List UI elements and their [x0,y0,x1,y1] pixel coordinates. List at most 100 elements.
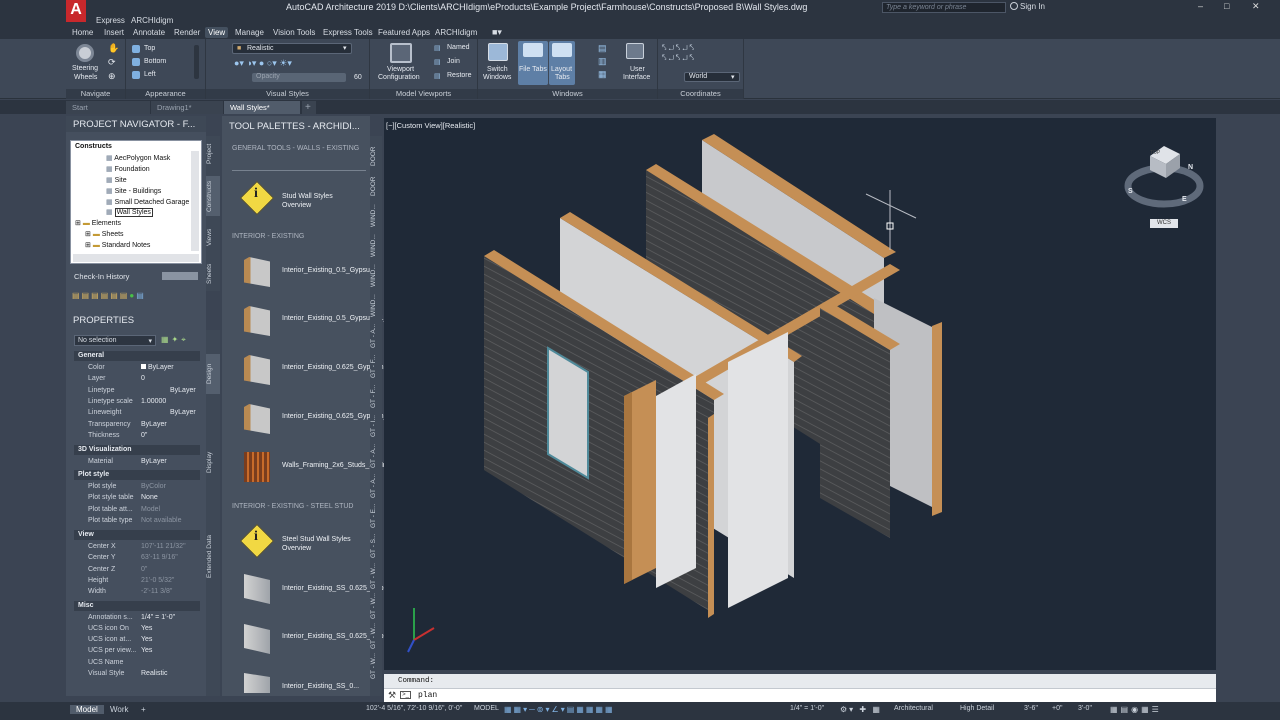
visual-styles-panel-title[interactable]: Visual Styles [206,89,369,99]
palette-tool[interactable]: Interior_Existing_SS_0.625_Gypsum_3.625_… [282,632,435,641]
maximize-button[interactable]: □ [1224,1,1229,11]
tree-item[interactable]: ▦ Site - Buildings [106,187,161,195]
app-menu-button[interactable]: A [66,0,86,22]
units-select[interactable]: Architectural [894,705,933,712]
palette-tool[interactable]: Interior_Existing_0.5_Gypsum [282,266,376,275]
close-button[interactable]: ✕ [1252,1,1260,12]
tree-item[interactable]: ▦ Small Detached Garage [106,198,189,206]
steering-wheels-icon[interactable] [76,44,94,62]
palette-tool[interactable]: Interior_Existing_SS_0.625_Gypsum [282,584,397,593]
palette-vtab[interactable]: GT - S... [370,532,382,560]
tree-item[interactable]: ▦ Site [106,176,127,184]
prop-value[interactable]: ByLayer [141,364,174,371]
palette-tool[interactable]: Stud Wall Styles Overview [282,192,362,210]
visual-style-tools-icons[interactable]: ●▾ ◑▾ ● ○▾ ☀▾ [234,58,292,69]
search-input[interactable]: Type a keyword or phrase [882,2,1006,13]
model-canvas[interactable] [384,118,1216,670]
ucs-select[interactable]: World ▾ [684,72,740,82]
palette-vtab[interactable]: GT - W... [370,622,382,650]
palette-tool[interactable]: Walls_Framing_2x6_Studs_16_Inches_On_Cen… [282,461,440,470]
tab-manage[interactable]: Manage [235,28,264,37]
view-bottom[interactable]: Bottom [144,58,166,65]
vtab-extended-data[interactable]: Extended Data [206,526,220,586]
selection-select[interactable]: No selection ▾ [74,335,156,346]
tab-archidigm[interactable]: ARCHIdigm [435,28,477,37]
tab-express-tools[interactable]: Express Tools [323,28,373,37]
palette-tool[interactable]: Steel Stud Wall Styles Overview [282,535,362,553]
workspace-icons[interactable]: ⚙▾ ✚ ▦ [840,705,882,714]
prop-value[interactable]: Yes [141,625,152,632]
palette-vtab[interactable]: DOOR [370,172,382,200]
prop-value[interactable]: 1/4" = 1'-0" [141,614,175,621]
prop-value[interactable]: 0 [141,375,145,382]
elevation-offset[interactable]: +0" [1052,705,1062,712]
vtab-constructs[interactable]: Constructs [206,176,220,216]
file-tabs-button[interactable]: File Tabs [518,41,548,85]
layout-tabs-button[interactable]: Layout Tabs [549,41,575,85]
tree-folder[interactable]: ⊞ ▬ Elements [75,219,121,227]
group-plot-style[interactable]: Plot style [74,470,200,480]
group-3d-visualization[interactable]: 3D Visualization [74,445,200,455]
vtab-sheets[interactable]: Sheets [206,260,220,288]
views-scrollbar[interactable] [194,45,199,79]
model-space-toggle[interactable]: MODEL [474,705,499,712]
prop-value[interactable]: 0" [141,432,147,439]
palette-vtab[interactable]: GT - W... [370,652,382,680]
display-detail-select[interactable]: High Detail [960,705,994,712]
prop-value[interactable]: Realistic [141,670,167,677]
minimize-button[interactable]: – [1198,1,1203,11]
palette-tool[interactable]: Interior_Existing_SS_0... [282,682,362,691]
tab-model[interactable]: Model [70,705,104,714]
cut-plane-value[interactable]: 3'-6" [1024,705,1038,712]
history-buttons[interactable] [162,272,198,280]
ucs-tool-icons[interactable]: ⤣↵⤣↵⤣ ⤣↵⤣↵⤣ [662,43,696,63]
prop-value[interactable]: ByLayer [141,458,167,465]
tree-hscrollbar[interactable] [73,254,199,262]
opacity-slider[interactable]: Opacity [252,73,346,82]
tree-item[interactable]: ▦ AecPolygon Mask [106,154,170,162]
windows-panel-title[interactable]: Windows [478,89,657,99]
palette-vtab[interactable]: WIND... [370,292,382,320]
constructs-tree[interactable]: Constructs ▦ AecPolygon Mask ▦ Foundatio… [70,140,202,264]
restore-viewports-button[interactable]: Restore [447,72,472,79]
tree-folder[interactable]: ⊞ ▬ Sheets [85,230,124,238]
palette-vtab[interactable]: WIND... [370,232,382,260]
navigator-toolbar-icons[interactable]: ▤▤▤▤▤▤●▤ [72,291,146,300]
palette-vtab[interactable]: GT - A... [370,322,382,350]
tab-express-top[interactable]: Express [96,16,125,25]
tree-item[interactable]: ▦ Foundation [106,165,150,173]
tab-work[interactable]: Work [110,705,129,714]
tree-item-selected[interactable]: ▦ Wall Styles [106,208,153,217]
palette-tool[interactable]: Interior_Existing_0.5_Gypsum_1_Side [282,314,401,323]
tree-folder[interactable]: ⊞ ▬ Standard Notes [85,241,150,249]
wcs-menu-button[interactable]: WCS [1150,219,1178,228]
quick-select-icons[interactable]: ▦✦⌖ [161,335,189,345]
palette-tool[interactable]: Interior_Existing_0.625_Gypsum_0.5_Gypsu… [282,412,427,421]
switch-windows-icon[interactable] [488,43,508,61]
palette-tool[interactable]: Interior_Existing_0.625_Gypsum [282,363,384,372]
tab-insert[interactable]: Insert [104,28,124,37]
tab-view[interactable]: View [205,27,229,38]
window-arrange-icons[interactable]: ▤ ▥ ▦ [598,42,607,81]
prop-value[interactable]: ByLayer [170,409,196,416]
prop-value[interactable]: Yes [141,636,152,643]
command-input[interactable]: ⚒ >_ plan [384,688,1216,702]
coordinates-panel-title[interactable]: Coordinates [658,89,743,99]
palette-vtab[interactable]: DOOR [370,142,382,170]
tab-home[interactable]: Home [72,28,93,37]
group-view[interactable]: View [74,530,200,540]
vtab-design[interactable]: Design [206,354,220,394]
tab-vision-tools[interactable]: Vision Tools [273,28,315,37]
group-misc[interactable]: Misc [74,601,200,611]
visual-style-select[interactable]: Realistic ■ ▾ [232,43,352,54]
tab-start[interactable]: Start [66,101,150,114]
palette-vtab[interactable]: GT - A... [370,442,382,470]
prop-value[interactable]: ByLayer [170,387,196,394]
tab-wall-styles[interactable]: Wall Styles* [224,101,300,114]
orbit-icon[interactable]: ⟳ [108,57,116,68]
view-top[interactable]: Top [144,45,155,52]
wrench-icon[interactable]: ⚒ [388,690,396,701]
pan-icon[interactable]: ✋ [108,43,119,54]
prop-value[interactable]: ByLayer [141,421,167,428]
navigate-panel-title[interactable]: Navigate [66,89,125,99]
